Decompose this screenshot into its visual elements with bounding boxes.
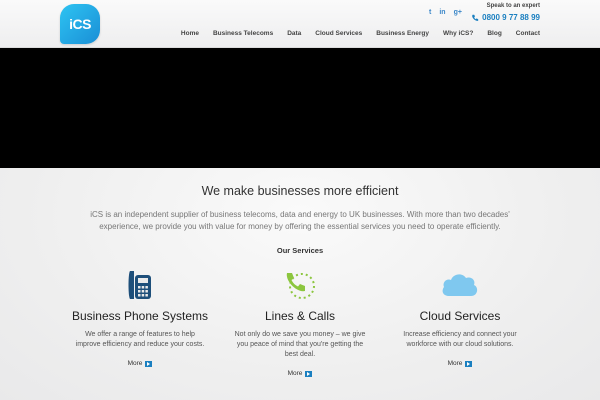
nav-business-telecoms[interactable]: Business Telecoms	[213, 30, 273, 37]
services-heading: Our Services	[276, 246, 324, 255]
more-label: More	[447, 360, 463, 367]
googleplus-icon[interactable]: g+	[454, 9, 462, 16]
nav-why-ics[interactable]: Why iCS?	[443, 30, 473, 37]
site-header: iCS Speak to an expert t in g+ 0800 9 77…	[0, 0, 600, 48]
more-label: More	[127, 360, 143, 367]
service-description: Not only do we save you money – we give …	[234, 331, 366, 358]
main-nav: Home Business Telecoms Data Cloud Servic…	[181, 30, 540, 37]
more-label: More	[287, 370, 303, 377]
service-more-link[interactable]: More	[230, 370, 370, 377]
nav-blog[interactable]: Blog	[487, 30, 501, 37]
nav-business-energy[interactable]: Business Energy	[376, 30, 429, 37]
social-links: t in g+	[429, 9, 462, 16]
service-lines-calls: Lines & Calls Not only do we save you mo…	[230, 268, 370, 377]
speak-to-expert-label: Speak to an expert	[486, 3, 540, 9]
service-more-link[interactable]: More	[70, 360, 210, 367]
main-content: We make businesses more efficient iCS is…	[0, 168, 600, 400]
handset-icon	[286, 273, 315, 299]
phone-number[interactable]: 0800 9 77 88 99	[471, 13, 540, 22]
page-headline: We make businesses more efficient	[201, 184, 399, 198]
arrow-right-icon	[465, 360, 473, 367]
ics-logo[interactable]: iCS	[60, 4, 100, 44]
arrow-right-icon	[305, 370, 313, 377]
service-business-phone-systems: Business Phone Systems We offer a range …	[70, 268, 210, 367]
service-more-link[interactable]: More	[390, 360, 530, 367]
desk-phone-icon	[128, 271, 151, 299]
service-description: We offer a range of features to help imp…	[75, 331, 205, 348]
twitter-icon[interactable]: t	[429, 9, 431, 16]
service-title: Cloud Services	[419, 309, 501, 323]
cloud-icon	[442, 274, 478, 296]
nav-cloud-services[interactable]: Cloud Services	[315, 30, 362, 37]
service-cloud-services: Cloud Services Increase efficiency and c…	[390, 268, 530, 367]
phone-number-text: 0800 9 77 88 99	[482, 13, 540, 22]
linkedin-icon[interactable]: in	[439, 9, 445, 16]
service-description: Increase efficiency and connect your wor…	[403, 331, 517, 348]
intro-paragraph: iCS is an independent supplier of busine…	[90, 210, 510, 231]
service-title: Business Phone Systems	[71, 309, 209, 323]
hero-banner	[0, 48, 600, 168]
nav-home[interactable]: Home	[181, 30, 199, 37]
nav-contact[interactable]: Contact	[516, 30, 540, 37]
arrow-right-icon	[145, 360, 153, 367]
service-title: Lines & Calls	[264, 309, 336, 323]
nav-data[interactable]: Data	[287, 30, 301, 37]
phone-icon	[472, 14, 479, 21]
